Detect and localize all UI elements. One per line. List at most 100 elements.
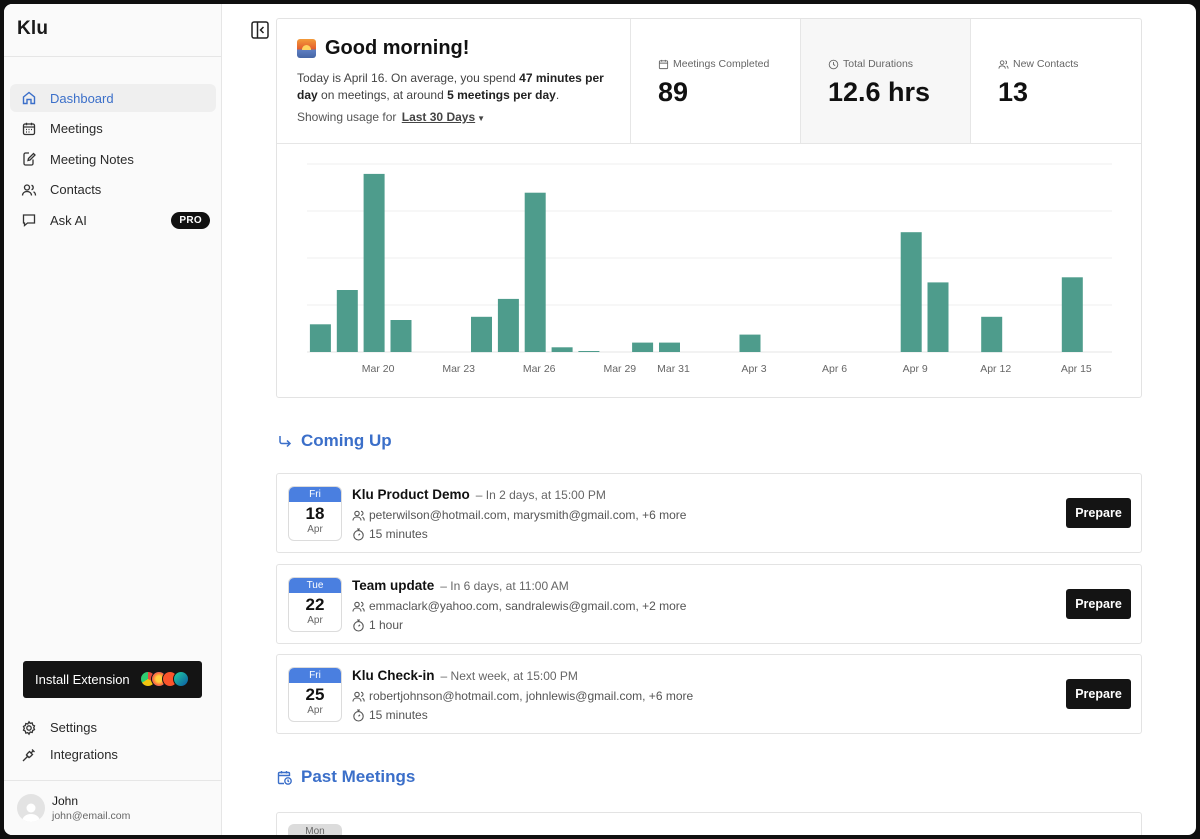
sidebar-item-dashboard[interactable]: Dashboard xyxy=(10,84,216,112)
date-month: Apr xyxy=(307,615,323,626)
meeting-when: – In 6 days, at 11:00 AM xyxy=(440,579,569,593)
meeting-card[interactable]: Tue 22 Apr Team update – In 6 days, at 11… xyxy=(276,564,1142,644)
user-name: John xyxy=(52,794,79,808)
chart-bar[interactable] xyxy=(739,334,761,352)
usage-bar-chart: Mar 20 Mar 23 Mar 26 Mar 29 Mar 31 Apr 3 Apr 6… xyxy=(307,163,1112,375)
install-extension-button[interactable]: Install Extension xyxy=(23,661,202,698)
sidebar-item-settings[interactable]: Settings xyxy=(10,714,216,741)
chart-bar[interactable] xyxy=(900,232,922,352)
chart-bar[interactable] xyxy=(1061,277,1083,352)
app-window: Klu Dashboard Meetings Meeting Notes Con… xyxy=(4,4,1196,835)
chart-bar[interactable] xyxy=(363,173,385,352)
sidebar-item-label: Contacts xyxy=(50,182,102,198)
sidebar-bottom-nav: Settings Integrations xyxy=(10,714,216,768)
prepare-button[interactable]: Prepare xyxy=(1066,679,1131,709)
chart-bar[interactable] xyxy=(927,282,949,352)
x-tick-label: Mar 26 xyxy=(523,363,556,375)
summary-text: . xyxy=(555,88,560,102)
caret-down-icon: ▼ xyxy=(477,114,486,123)
sidebar-item-label: Integrations xyxy=(50,747,118,762)
avg-meetings: 5 meetings per day xyxy=(447,88,556,102)
chart-bar[interactable] xyxy=(524,192,546,352)
meeting-title: Klu Check-in – Next week, at 15:00 PM xyxy=(352,668,578,683)
divider xyxy=(4,780,221,781)
users-icon xyxy=(21,182,37,198)
usage-chart: Mar 20 Mar 23 Mar 26 Mar 29 Mar 31 Apr 3 Apr 6… xyxy=(277,144,1141,398)
meeting-attendees: peterwilson@hotmail.com, marysmith@gmail… xyxy=(352,508,686,522)
sidebar-collapse-icon xyxy=(251,21,269,39)
collapse-sidebar-button[interactable] xyxy=(251,21,269,39)
section-title: Coming Up xyxy=(301,431,392,450)
sidebar-item-ask-ai[interactable]: Ask AI PRO xyxy=(10,206,216,234)
greeting-panel: Good morning! Today is April 16. On aver… xyxy=(277,19,631,143)
date-month: Apr xyxy=(307,524,323,535)
section-title: Past Meetings xyxy=(301,767,416,786)
stat-value: 12.6 hrs xyxy=(828,77,931,107)
meeting-attendees: robertjohnson@hotmail.com, johnlewis@gma… xyxy=(352,689,693,703)
sidebar-item-meeting-notes[interactable]: Meeting Notes xyxy=(10,145,216,173)
stat-value: 13 xyxy=(998,77,1029,107)
chat-icon xyxy=(21,212,37,228)
chart-bar[interactable] xyxy=(336,290,358,352)
duration-text: 15 minutes xyxy=(369,527,428,541)
prepare-button[interactable]: Prepare xyxy=(1066,589,1131,619)
date-weekday: Mon xyxy=(288,824,342,835)
meeting-attendees: emmaclark@yahoo.com, sandralewis@gmail.c… xyxy=(352,599,686,613)
chart-bar[interactable] xyxy=(632,342,654,352)
sidebar-item-label: Dashboard xyxy=(50,90,114,106)
chart-bar[interactable] xyxy=(471,316,492,353)
sidebar-item-label: Meeting Notes xyxy=(50,151,134,167)
stopwatch-icon xyxy=(353,618,364,632)
meeting-title: Team update – In 6 days, at 11:00 AM xyxy=(352,578,569,593)
x-tick-label: Mar 29 xyxy=(603,363,636,375)
attendee-list: emmaclark@yahoo.com, sandralewis@gmail.c… xyxy=(369,599,687,613)
greeting-summary: Today is April 16. On average, you spend… xyxy=(297,70,610,104)
meeting-duration: 1 hour xyxy=(352,618,403,632)
date-weekday: Tue xyxy=(289,578,341,593)
sunrise-icon xyxy=(297,39,316,58)
chart-bar[interactable] xyxy=(390,320,412,352)
chart-bar[interactable] xyxy=(981,316,1003,353)
chart-bar[interactable] xyxy=(551,347,573,352)
date-weekday: Fri xyxy=(289,668,341,683)
stat-label: Meetings Completed xyxy=(673,58,770,70)
greeting-text: Good morning! xyxy=(325,37,470,59)
date-day: 18 xyxy=(305,504,325,523)
x-tick-label: Mar 23 xyxy=(442,363,475,375)
user-email: john@email.com xyxy=(52,810,131,822)
user-profile[interactable]: John john@email.com xyxy=(17,794,130,822)
meeting-when: – Next week, at 15:00 PM xyxy=(440,669,578,683)
chart-bar[interactable] xyxy=(497,298,519,352)
stat-new-contacts: New Contacts 13 xyxy=(971,19,1142,143)
x-tick-label: Apr 9 xyxy=(903,363,928,375)
clock-icon xyxy=(828,59,839,69)
users-icon xyxy=(352,510,365,521)
date-day: 25 xyxy=(305,685,325,704)
chart-bar[interactable] xyxy=(659,342,680,352)
meeting-card[interactable]: Fri 18 Apr Klu Product Demo – In 2 days, … xyxy=(276,473,1142,553)
calendar-clock-icon xyxy=(277,770,292,785)
home-icon xyxy=(21,90,37,106)
plug-icon xyxy=(21,747,37,763)
chart-bar[interactable] xyxy=(309,324,331,352)
edge-icon xyxy=(173,671,189,687)
sidebar-item-meetings[interactable]: Meetings xyxy=(10,115,216,143)
prepare-button[interactable]: Prepare xyxy=(1066,498,1131,528)
greeting-title: Good morning! xyxy=(297,37,610,60)
browser-icons xyxy=(140,671,189,687)
meeting-name: Klu Product Demo xyxy=(352,487,470,502)
divider xyxy=(4,56,221,57)
meeting-duration: 15 minutes xyxy=(352,527,428,541)
meeting-card[interactable]: Mon xyxy=(276,812,1142,835)
sidebar-nav: Dashboard Meetings Meeting Notes Contact… xyxy=(10,84,216,237)
chart-bar[interactable] xyxy=(578,351,600,352)
attendee-list: peterwilson@hotmail.com, marysmith@gmail… xyxy=(369,508,687,522)
usage-label: Showing usage for xyxy=(297,110,397,124)
sidebar-item-contacts[interactable]: Contacts xyxy=(10,176,216,204)
stopwatch-icon xyxy=(353,708,364,722)
usage-card: Good morning! Today is April 16. On aver… xyxy=(276,18,1142,398)
meeting-card[interactable]: Fri 25 Apr Klu Check-in – Next week, at 1… xyxy=(276,654,1142,734)
date-badge: Tue 22 Apr xyxy=(288,577,342,632)
sidebar-item-integrations[interactable]: Integrations xyxy=(10,741,216,768)
usage-range-dropdown[interactable]: Last 30 Days xyxy=(402,110,475,124)
